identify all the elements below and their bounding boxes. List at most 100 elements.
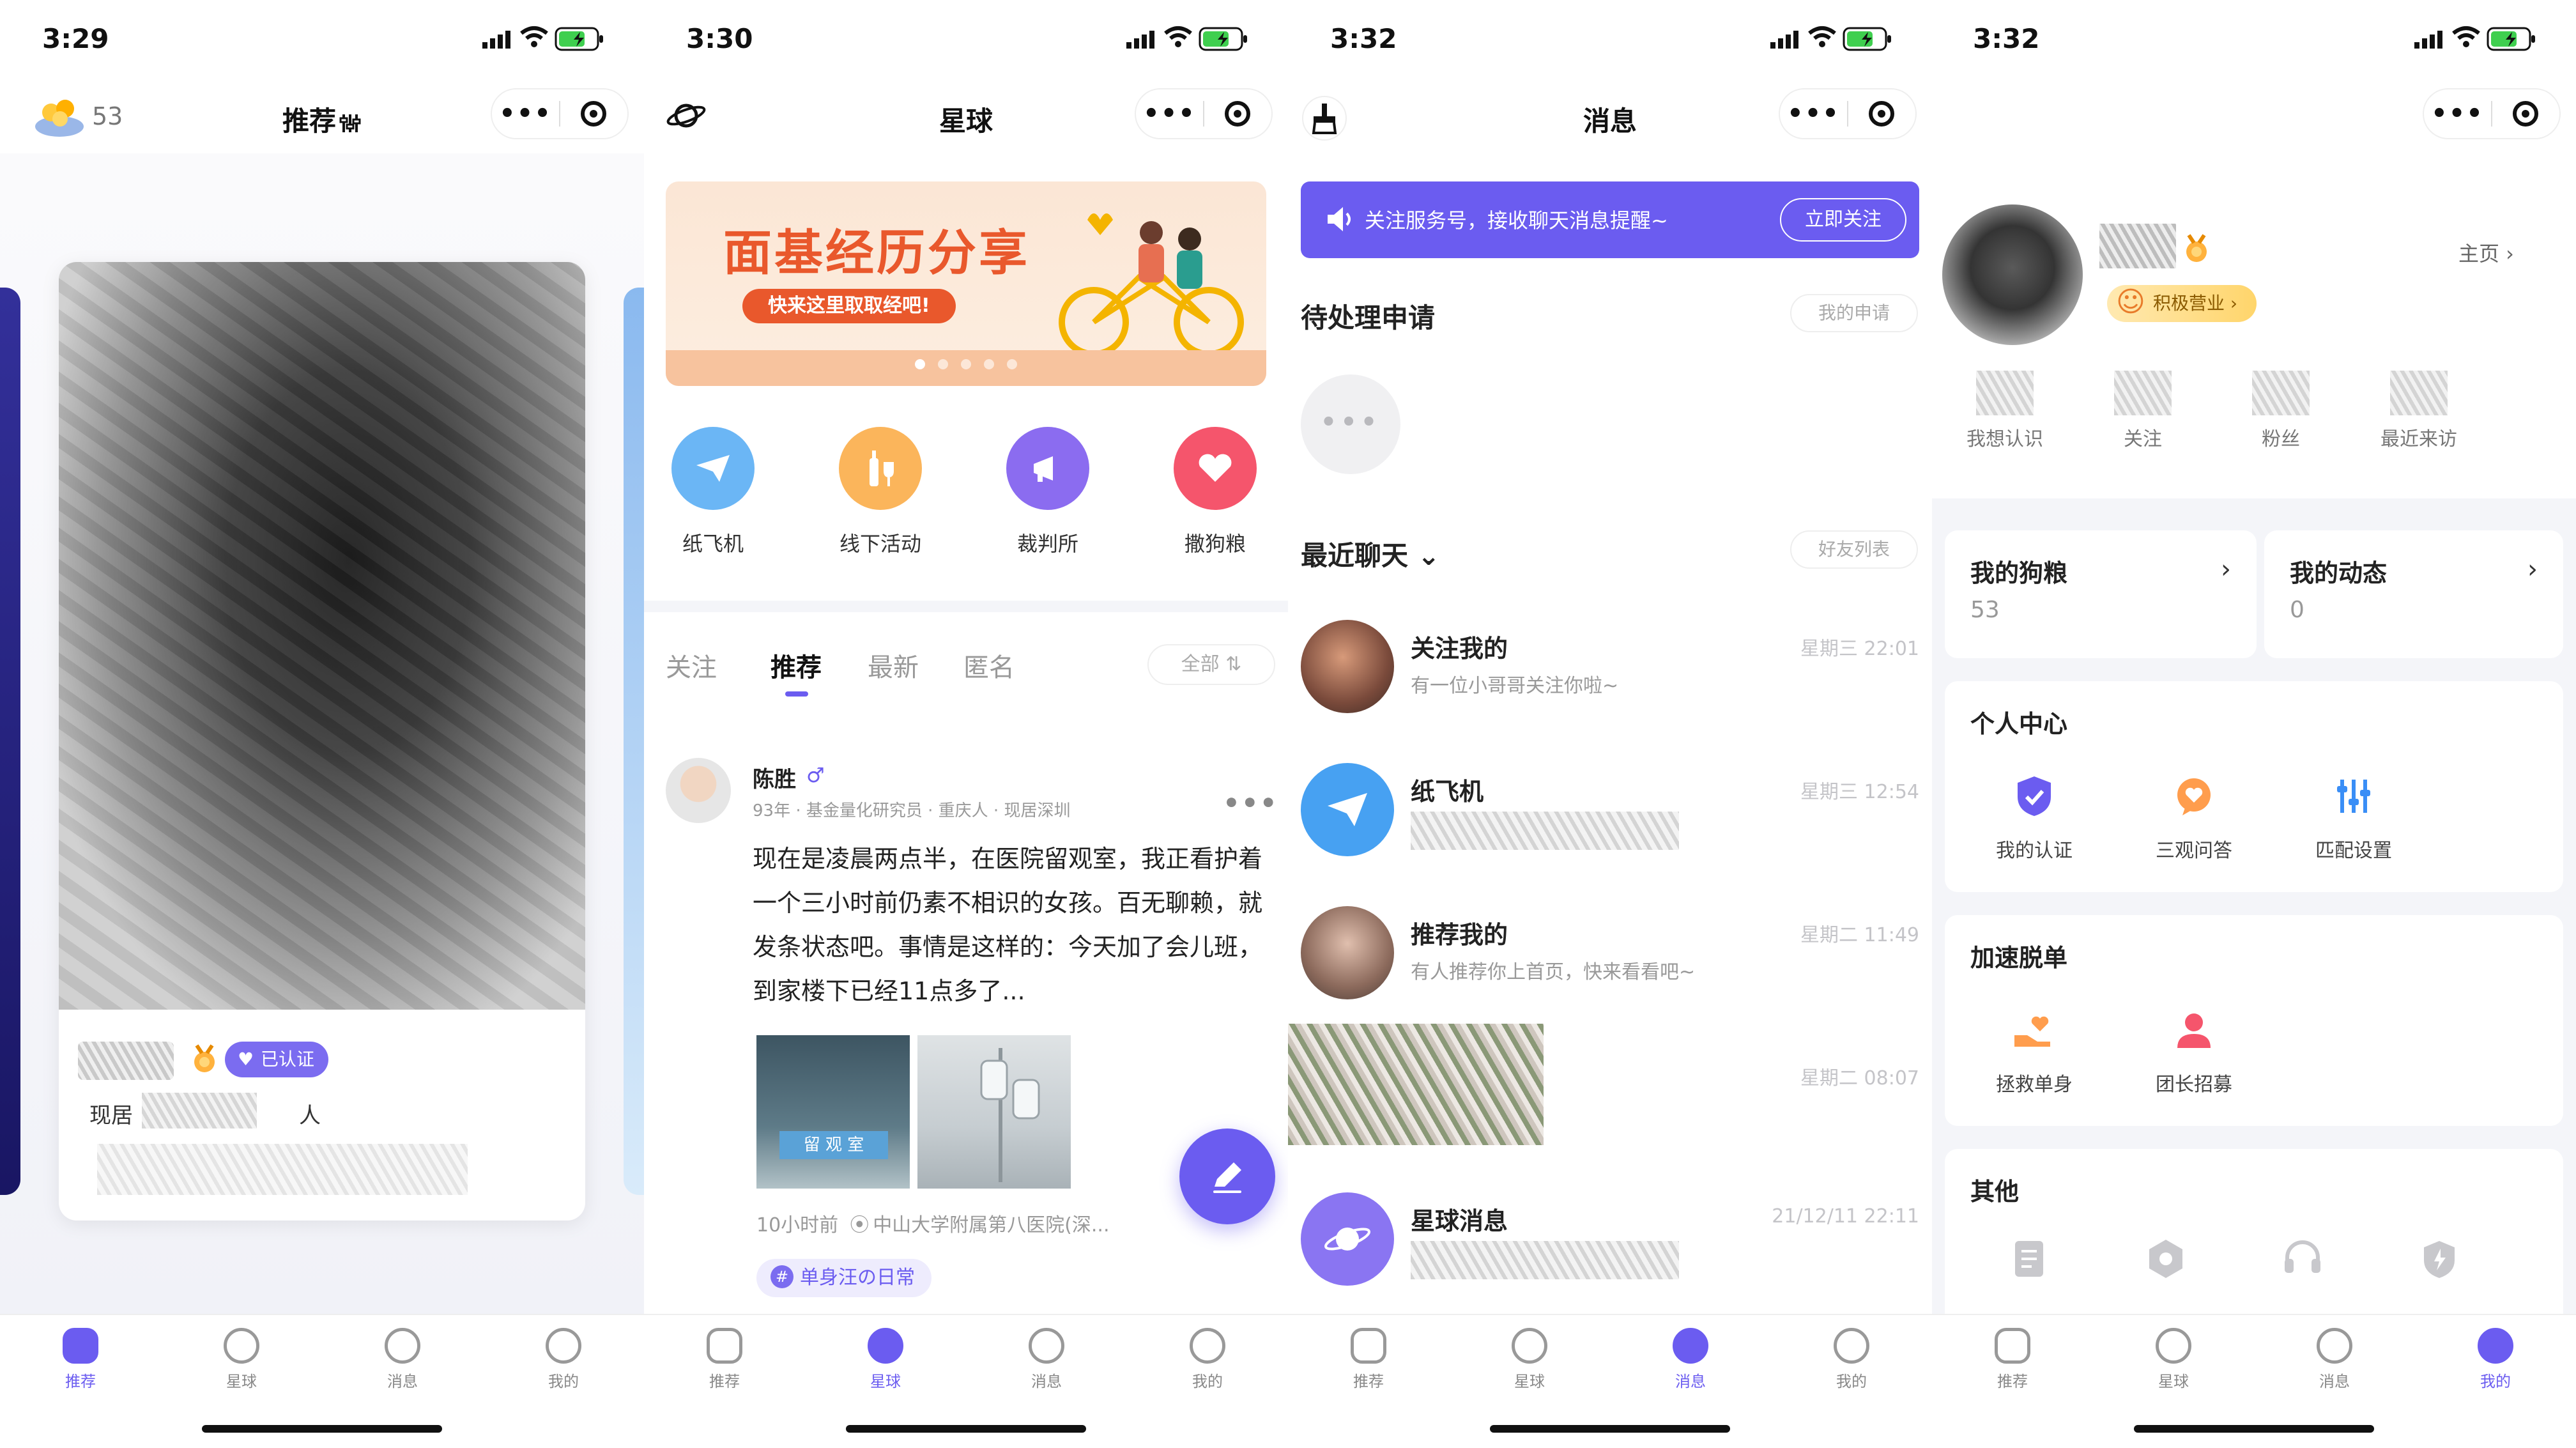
tab-messages[interactable]: 消息 [322,1328,483,1391]
quick-label: 纸飞机 [682,532,744,556]
chat-row[interactable]: 星期二 08:07 [1288,1024,1932,1164]
post-topic-tag[interactable]: 单身汪の日常 [756,1259,931,1297]
close-target-icon[interactable] [1848,101,1915,127]
follow-now-button[interactable]: 立即关注 [1780,198,1906,242]
filter-sliders-icon[interactable] [339,112,362,135]
tab-mine[interactable]: 我的 [483,1328,644,1391]
heart-icon [1174,427,1257,510]
document-icon[interactable] [2009,1238,2050,1279]
tab-recommend[interactable]: 推荐 [1288,1328,1449,1391]
my-dog-food-card[interactable]: 我的狗粮 53 › [1945,530,2257,658]
stat-want-to-know[interactable]: 我想认识 [1936,371,2074,451]
item-values-qa[interactable]: 三观问答 [2124,771,2264,863]
feed-tab-follow[interactable]: 关注 [666,647,717,684]
post-author-name[interactable]: 陈胜 [753,762,796,793]
signal-icon [482,31,510,49]
item-my-verification[interactable]: 我的认证 [1964,771,2104,863]
smile-icon [2478,1328,2513,1364]
quick-court[interactable]: 裁判所 [997,427,1099,557]
chat-row[interactable]: 关注我的 有一位小哥哥关注你啦~ 星期三 22:01 [1288,607,1932,735]
post-image-iv-drip[interactable] [917,1035,1071,1189]
banner[interactable]: 面基经历分享 快来这里取取经吧! [666,181,1266,386]
stat-following[interactable]: 关注 [2074,371,2212,451]
mini-program-capsule: ••• [2423,88,2561,139]
stat-fans[interactable]: 粉丝 [2212,371,2350,451]
quick-paper-plane[interactable]: 纸飞机 [662,427,764,557]
avatar[interactable] [1942,204,2083,345]
compose-post-button[interactable] [1179,1128,1275,1224]
tab-mine[interactable]: 我的 [1127,1328,1288,1391]
post-image-ward[interactable]: 留 观 室 [756,1035,910,1189]
item-match-settings[interactable]: 匹配设置 [2283,771,2424,863]
shield-bolt-icon[interactable] [2419,1238,2460,1279]
item-label: 匹配设置 [2315,840,2392,862]
battery-icon [2487,27,2535,51]
chat-row[interactable]: 星球消息 21/12/11 22:11 [1288,1180,1932,1307]
item-rescue-singles[interactable]: 拯救单身 [1964,1005,2104,1097]
blurred-chat-entry [1288,1024,1544,1145]
post-author-avatar[interactable] [666,758,731,823]
more-icon[interactable]: ••• [1780,91,1847,136]
homepage-link[interactable]: 主页 › [2458,238,2514,267]
person-icon [2168,1005,2220,1056]
close-target-icon[interactable] [1204,101,1271,127]
battery-icon [555,27,603,51]
location-prefix: 现居 [89,1103,133,1128]
feed-tab-recommend[interactable]: 推荐 [770,647,822,684]
chat-name: 关注我的 [1411,635,1508,663]
quick-offline-event[interactable]: 线下活动 [829,427,931,557]
tab-planet[interactable]: 星球 [1449,1328,1610,1391]
tab-recommend[interactable]: 推荐 [0,1328,161,1391]
more-icon[interactable]: ••• [2424,91,2491,136]
tab-mine[interactable]: 我的 [1771,1328,1932,1391]
post-body[interactable]: 现在是凌晨两点半，在医院留观室，我正看护着一个三小时前仍素不相识的女孩。百无聊赖… [753,837,1264,1013]
paper-plane-icon [671,427,755,510]
feed-tab-latest[interactable]: 最新 [868,647,919,684]
settings-gear-icon[interactable] [2145,1238,2186,1279]
my-applications-button[interactable]: 我的申请 [1790,294,1918,332]
card-value: 0 [2290,597,2304,623]
more-icon[interactable]: ••• [1136,91,1203,136]
headset-icon[interactable] [2282,1238,2323,1279]
tab-planet[interactable]: 星球 [2093,1328,2254,1391]
chat-row[interactable]: 推荐我的 有人推荐你上首页，快来看看吧~ 星期二 11:49 [1288,893,1932,1021]
tab-planet[interactable]: 星球 [805,1328,966,1391]
stat-recent-visitors[interactable]: 最近来访 [2350,371,2488,451]
tab-messages[interactable]: 消息 [1610,1328,1771,1391]
next-profile-card[interactable] [624,288,644,1195]
planet-icon [1512,1328,1547,1364]
friend-list-button[interactable]: 好友列表 [1790,530,1918,569]
blurred-count [2252,371,2310,415]
signal-icon [2414,31,2442,49]
tab-messages[interactable]: 消息 [2254,1328,2415,1391]
quick-show-love[interactable]: 撒狗粮 [1164,427,1266,557]
recent-chats-title[interactable]: 最近聊天 ⌄ [1301,534,1440,573]
wifi-icon [520,26,548,47]
banner-pagination [666,359,1266,372]
active-status-badge[interactable]: 积极营业 › [2107,284,2257,322]
post-more-icon[interactable]: ••• [1223,787,1278,819]
item-leader-recruit[interactable]: 团长招募 [2124,1005,2264,1097]
paper-plane-avatar-icon [1301,763,1394,856]
tab-messages[interactable]: 消息 [966,1328,1127,1391]
more-icon[interactable]: ••• [492,91,559,136]
my-posts-card[interactable]: 我的动态 0 › [2264,530,2563,658]
post-place[interactable]: 中山大学附属第八医院(深... [873,1214,1109,1236]
tab-recommend[interactable]: 推荐 [644,1328,805,1391]
tab-label: 星球 [870,1373,901,1390]
close-target-icon[interactable] [560,101,627,127]
pending-placeholder[interactable]: ••• [1301,374,1400,474]
section-title: 其他 [1970,1178,2020,1206]
tab-recommend[interactable]: 推荐 [1932,1328,2093,1391]
chat-row[interactable]: 纸飞机 星期三 12:54 [1288,750,1932,878]
feed-filter-button[interactable]: 全部 ⇅ [1147,644,1275,685]
prev-profile-card[interactable] [0,288,20,1195]
chat-time: 21/12/11 22:11 [1772,1205,1919,1228]
smile-icon [546,1328,581,1364]
close-target-icon[interactable] [2492,101,2559,127]
profile-card[interactable]: 已认证 现居 人 [59,262,585,1221]
feed-tab-anonymous[interactable]: 匿名 [963,647,1015,684]
tab-planet[interactable]: 星球 [161,1328,322,1391]
tab-bar: 推荐 星球 消息 我的 [1932,1314,2576,1448]
tab-mine[interactable]: 我的 [2415,1328,2576,1391]
